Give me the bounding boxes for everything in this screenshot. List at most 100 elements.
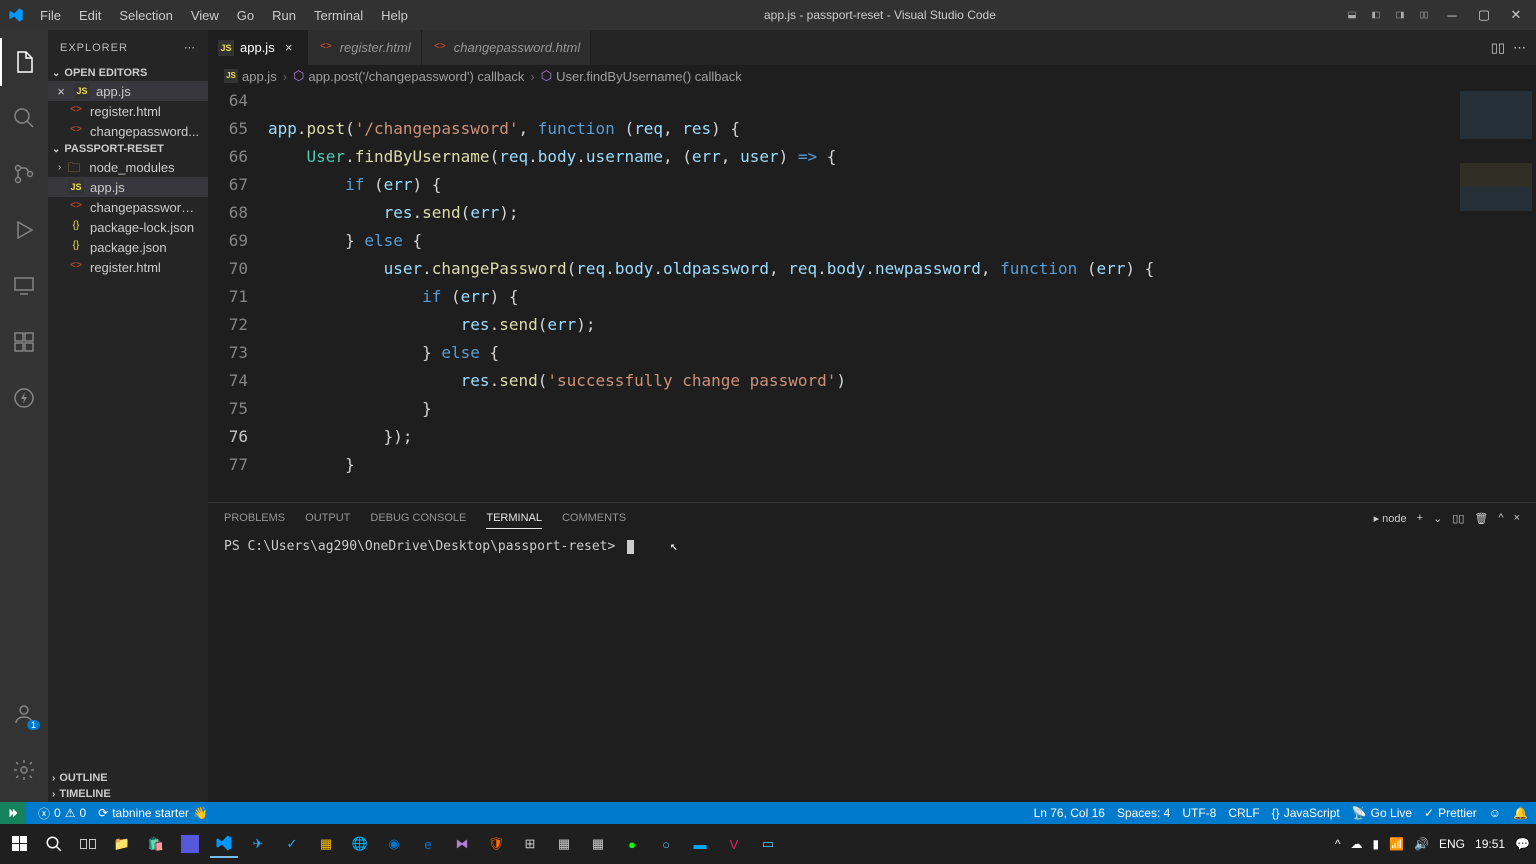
tray-wifi-icon[interactable]: 📶	[1389, 837, 1404, 851]
menu-selection[interactable]: Selection	[111, 4, 180, 27]
taskbar-search-icon[interactable]	[40, 830, 68, 858]
status-eol[interactable]: CRLF	[1228, 806, 1259, 820]
minimize-button[interactable]: ─	[1440, 3, 1464, 27]
split-terminal-icon[interactable]: ▯▯	[1452, 512, 1464, 525]
file-item[interactable]: <>register.html	[48, 257, 208, 277]
menu-edit[interactable]: Edit	[71, 4, 109, 27]
menu-go[interactable]: Go	[229, 4, 262, 27]
toggle-secondary-icon[interactable]	[1392, 7, 1408, 23]
project-header[interactable]: ⌄PASSPORT-RESET	[48, 141, 208, 157]
explorer-icon[interactable]	[0, 38, 48, 86]
file-item[interactable]: {}package.json	[48, 237, 208, 257]
menu-terminal[interactable]: Terminal	[306, 4, 371, 27]
menu-file[interactable]: File	[32, 4, 69, 27]
status-tabnine[interactable]: ⟳tabnine starter👋	[98, 806, 208, 820]
taskbar-app-icon[interactable]: ⧓	[448, 830, 476, 858]
kill-terminal-icon[interactable]: 🗑	[1474, 512, 1488, 525]
taskbar-app-icon[interactable]: ⊞	[516, 830, 544, 858]
tray-time[interactable]: 19:51	[1475, 837, 1505, 851]
taskbar-vscode-icon[interactable]	[210, 830, 238, 858]
status-spaces[interactable]: Spaces: 4	[1117, 806, 1170, 820]
explorer-more-icon[interactable]: ⋯	[184, 41, 196, 54]
thunderclient-icon[interactable]	[0, 374, 48, 422]
remote-explorer-icon[interactable]	[0, 262, 48, 310]
tray-chevron-icon[interactable]: ^	[1335, 837, 1341, 851]
outline-header[interactable]: ›OUTLINE	[48, 770, 208, 786]
tab-appjs[interactable]: JSapp.js×	[208, 30, 308, 65]
file-item[interactable]: {}package-lock.json	[48, 217, 208, 237]
breadcrumb[interactable]: JSapp.js › ⬡app.post('/changepassword') …	[208, 65, 1536, 87]
tray-battery-icon[interactable]: ▮	[1372, 837, 1379, 851]
close-button[interactable]: ✕	[1504, 3, 1528, 27]
open-editors-header[interactable]: ⌄OPEN EDITORS	[48, 65, 208, 81]
panel-tab-output[interactable]: OUTPUT	[305, 508, 350, 528]
toggle-sidebar-icon[interactable]	[1368, 7, 1384, 23]
taskbar-app-icon[interactable]: ✈	[244, 830, 272, 858]
taskbar-app-icon[interactable]: 🌐	[346, 830, 374, 858]
file-item[interactable]: JSapp.js	[48, 177, 208, 197]
remote-button[interactable]	[0, 802, 26, 824]
tray-volume-icon[interactable]: 🔊	[1414, 837, 1429, 851]
status-encoding[interactable]: UTF-8	[1182, 806, 1216, 820]
taskbar-app-icon[interactable]: ●	[618, 830, 646, 858]
maximize-panel-icon[interactable]: ^	[1498, 512, 1503, 524]
taskbar-app-icon[interactable]: ▦	[550, 830, 578, 858]
timeline-header[interactable]: ›TIMELINE	[48, 786, 208, 802]
taskbar-app-icon[interactable]: ▦	[584, 830, 612, 858]
code-editor[interactable]: app.post('/changepassword', function (re…	[268, 87, 1456, 502]
taskbar-app-icon[interactable]: 🛍️	[142, 830, 170, 858]
tab-changepassword[interactable]: <>changepassword.html	[422, 30, 591, 65]
taskbar-app-icon[interactable]: ▬	[686, 830, 714, 858]
taskbar-app-icon[interactable]: ○	[652, 830, 680, 858]
file-item[interactable]: <>changepassword.html	[48, 197, 208, 217]
toggle-panel-icon[interactable]	[1344, 7, 1360, 23]
taskbar-app-icon[interactable]: ✓	[278, 830, 306, 858]
tab-more-icon[interactable]: ⋯	[1513, 40, 1526, 56]
terminal-shell-label[interactable]: ▸ node	[1374, 512, 1407, 525]
taskbar-app-icon[interactable]: ▭	[754, 830, 782, 858]
status-golive[interactable]: 📡Go Live	[1352, 806, 1412, 820]
accounts-icon[interactable]: 1	[0, 690, 48, 738]
taskbar-app-icon[interactable]: ◉	[380, 830, 408, 858]
terminal-dropdown-icon[interactable]: ⌄	[1433, 512, 1442, 525]
start-button[interactable]	[6, 830, 34, 858]
panel-tab-problems[interactable]: PROBLEMS	[224, 508, 285, 528]
status-bell-icon[interactable]: 🔔	[1513, 806, 1528, 820]
taskbar-app-icon[interactable]: ▦	[312, 830, 340, 858]
layout-icon[interactable]	[1416, 7, 1432, 23]
tray-notifications-icon[interactable]: 💬	[1515, 837, 1530, 851]
search-icon[interactable]	[0, 94, 48, 142]
settings-icon[interactable]	[0, 746, 48, 794]
status-language[interactable]: {}JavaScript	[1272, 806, 1340, 820]
tray-cloud-icon[interactable]: ☁	[1350, 837, 1362, 851]
taskbar-taskview-icon[interactable]	[74, 830, 102, 858]
tray-lang[interactable]: ENG	[1439, 837, 1465, 851]
taskbar-app-icon[interactable]: V	[720, 830, 748, 858]
status-feedback-icon[interactable]: ☺	[1489, 806, 1501, 820]
new-terminal-icon[interactable]: +	[1417, 512, 1423, 524]
terminal[interactable]: PS C:\Users\ag290\OneDrive\Desktop\passp…	[208, 533, 1536, 802]
minimap[interactable]	[1456, 87, 1536, 502]
close-icon[interactable]: ×	[54, 84, 68, 99]
open-editor-item[interactable]: ×JSapp.js	[48, 81, 208, 101]
menu-help[interactable]: Help	[373, 4, 416, 27]
status-position[interactable]: Ln 76, Col 16	[1034, 806, 1105, 820]
status-errors[interactable]: ⓧ0⚠0	[38, 805, 86, 822]
taskbar-app-icon[interactable]: 🛡	[482, 830, 510, 858]
close-panel-icon[interactable]: ×	[1514, 512, 1520, 524]
taskbar-app-icon[interactable]: 📁	[108, 830, 136, 858]
extensions-icon[interactable]	[0, 318, 48, 366]
split-editor-icon[interactable]: ▯▯	[1491, 40, 1505, 56]
maximize-button[interactable]: ▢	[1472, 3, 1496, 27]
folder-item[interactable]: ›🗀node_modules	[48, 157, 208, 177]
close-icon[interactable]: ×	[281, 40, 297, 55]
panel-tab-debug[interactable]: DEBUG CONSOLE	[370, 508, 466, 528]
taskbar-app-icon[interactable]: e	[414, 830, 442, 858]
run-debug-icon[interactable]	[0, 206, 48, 254]
taskbar-app-icon[interactable]	[176, 830, 204, 858]
status-prettier[interactable]: ✓Prettier	[1424, 806, 1477, 820]
menu-run[interactable]: Run	[264, 4, 304, 27]
panel-tab-terminal[interactable]: TERMINAL	[486, 508, 542, 529]
tab-register[interactable]: <>register.html	[308, 30, 422, 65]
panel-tab-comments[interactable]: COMMENTS	[562, 508, 626, 528]
